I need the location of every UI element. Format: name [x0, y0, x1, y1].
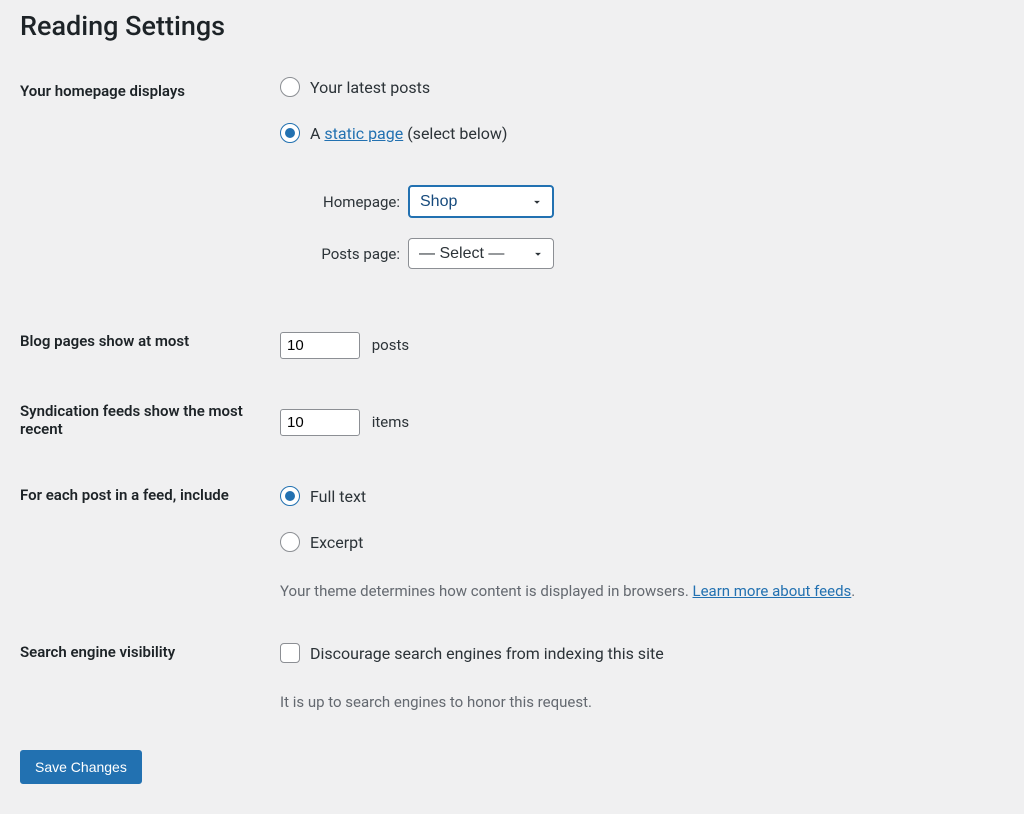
- option-excerpt-label: Excerpt: [310, 533, 363, 552]
- option-full-text[interactable]: Full text: [280, 486, 366, 506]
- homepage-select-label: Homepage:: [300, 193, 400, 211]
- option-static-page[interactable]: A static page (select below): [280, 123, 507, 143]
- discourage-search-label[interactable]: Discourage search engines from indexing …: [280, 643, 664, 663]
- settings-form: Your homepage displays Your latest posts: [20, 62, 1004, 726]
- blog-pages-unit: posts: [372, 336, 409, 354]
- syndication-input[interactable]: [280, 409, 360, 436]
- postspage-select[interactable]: — Select —: [408, 238, 554, 269]
- option-full-text-label: Full text: [310, 487, 366, 506]
- postspage-select-label: Posts page:: [300, 245, 400, 263]
- search-visibility-label: Search engine visibility: [20, 615, 270, 726]
- feed-content-label: For each post in a feed, include: [20, 458, 270, 615]
- syndication-label: Syndication feeds show the most recent: [20, 374, 270, 458]
- syndication-unit: items: [372, 413, 409, 431]
- learn-more-feeds-link[interactable]: Learn more about feeds: [693, 582, 852, 600]
- radio-static-page[interactable]: [280, 123, 300, 143]
- discourage-search-checkbox[interactable]: [280, 643, 300, 663]
- option-excerpt[interactable]: Excerpt: [280, 532, 363, 552]
- static-suffix: (select below): [403, 124, 507, 143]
- discourage-search-text: Discourage search engines from indexing …: [310, 644, 664, 663]
- option-static-page-text: A static page (select below): [310, 124, 507, 143]
- radio-latest-posts[interactable]: [280, 77, 300, 97]
- feed-description: Your theme determines how content is dis…: [280, 582, 994, 600]
- static-prefix: A: [310, 124, 324, 143]
- save-changes-button[interactable]: Save Changes: [20, 750, 142, 784]
- radio-excerpt[interactable]: [280, 532, 300, 552]
- homepage-select[interactable]: Shop: [408, 185, 554, 218]
- search-visibility-description: It is up to search engines to honor this…: [280, 693, 994, 711]
- radio-full-text[interactable]: [280, 486, 300, 506]
- blog-pages-label: Blog pages show at most: [20, 304, 270, 374]
- page-title: Reading Settings: [20, 10, 1004, 42]
- homepage-displays-label: Your homepage displays: [20, 62, 270, 304]
- option-latest-posts[interactable]: Your latest posts: [280, 77, 430, 97]
- feed-desc-suffix: .: [851, 582, 855, 600]
- static-page-link[interactable]: static page: [324, 124, 403, 143]
- option-latest-posts-text: Your latest posts: [310, 78, 430, 97]
- feed-desc-prefix: Your theme determines how content is dis…: [280, 582, 693, 600]
- blog-pages-input[interactable]: [280, 332, 360, 359]
